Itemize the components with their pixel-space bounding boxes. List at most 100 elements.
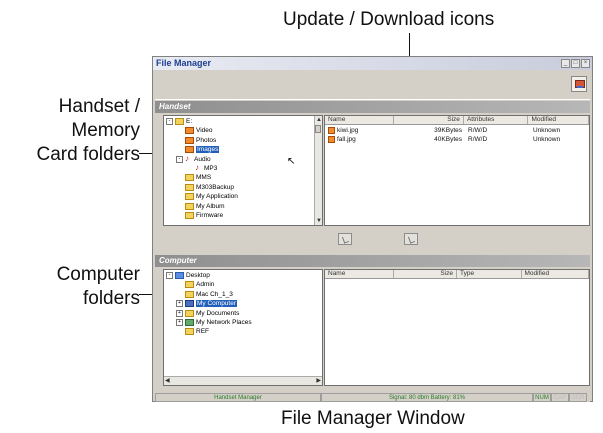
file-manager-window: File Manager _ □ × Handset - E: Video Photo… <box>152 56 593 402</box>
maximize-button[interactable]: □ <box>571 59 580 68</box>
tree-node[interactable]: - Audio <box>176 155 211 164</box>
callout-computer-line1: Computer <box>56 264 140 285</box>
status-app-name: Handset Manager <box>214 395 262 401</box>
callout-handset-line1: Handset / <box>58 96 140 117</box>
collapse-icon[interactable]: - <box>176 155 183 163</box>
tree-node[interactable]: Images <box>176 146 220 154</box>
tree-node[interactable]: Video <box>176 127 213 135</box>
tree-node[interactable]: M303Backup <box>176 183 234 192</box>
expand-icon[interactable]: + <box>176 300 183 308</box>
callout-handset-line3: Card folders <box>36 144 141 165</box>
close-button[interactable]: × <box>581 59 590 68</box>
tree-node-label: My Computer <box>196 300 238 308</box>
folder-icon <box>185 202 194 210</box>
tree-node[interactable]: My Album <box>176 202 225 211</box>
transfer-bar <box>155 228 590 248</box>
file-modified: Unknown <box>533 136 561 143</box>
tree-node[interactable]: + My Network Places <box>176 319 252 327</box>
tree-node[interactable]: + My Documents <box>176 309 239 318</box>
image-folder-icon <box>185 146 194 154</box>
tree-node[interactable]: My Application <box>176 193 238 201</box>
column-modified[interactable]: Modified <box>528 116 589 124</box>
handset-tree-scrollbar[interactable]: ▲ ▼ <box>314 116 322 225</box>
tree-node-label: Mac Ch_1_3 <box>196 291 233 299</box>
collapse-icon[interactable]: - <box>166 272 173 279</box>
window-title: File Manager <box>156 58 212 68</box>
tree-node-label: Photos <box>196 137 217 145</box>
file-name: fall.jpg <box>325 135 395 144</box>
network-icon <box>185 319 194 326</box>
handset-settings-icon[interactable] <box>571 76 587 92</box>
tree-node[interactable]: + My Computer <box>176 300 238 308</box>
collapse-icon[interactable]: - <box>166 118 173 125</box>
folder-icon <box>185 290 194 298</box>
music-icon <box>185 155 192 163</box>
scroll-right-icon[interactable]: ▶ <box>316 378 321 384</box>
file-name: kiwi.jpg <box>325 126 395 135</box>
folder-icon <box>185 174 194 182</box>
download-icon[interactable] <box>404 233 418 245</box>
tree-node-label: E: <box>186 118 193 126</box>
tree-node-label: Audio <box>194 155 211 163</box>
column-size[interactable]: Size <box>394 116 464 124</box>
status-signal-battery: Signal: 80 dbm Battery: 81% <box>388 395 466 401</box>
tree-node[interactable]: Admin <box>176 281 214 289</box>
computer-file-list[interactable]: Name Size Type Modified <box>324 269 590 386</box>
scroll-left-icon[interactable]: ◀ <box>165 378 170 384</box>
tree-node[interactable]: MP3 <box>186 164 217 173</box>
column-attributes[interactable]: Attributes <box>464 116 529 124</box>
folder-icon <box>185 183 194 191</box>
video-icon <box>185 127 194 135</box>
file-row[interactable]: kiwi.jpg 39KBytes R/W/D Unknown <box>325 126 589 135</box>
tree-node-label: Firmware <box>196 212 224 220</box>
update-icon[interactable] <box>338 233 352 245</box>
status-cap: CAP <box>551 393 569 402</box>
column-modified[interactable]: Modified <box>522 270 589 278</box>
handset-folder-tree[interactable]: - E:Video PhotosImages - Audio MP3MMS M303Back… <box>163 115 323 226</box>
folder-icon <box>185 281 194 289</box>
handset-file-list[interactable]: Name Size Attributes Modified kiwi.jpg 39… <box>324 115 590 226</box>
image-file-icon <box>328 135 335 143</box>
tree-node[interactable]: - Desktop <box>166 272 210 280</box>
file-size: 39KBytes <box>434 127 462 134</box>
file-name-text: kiwi.jpg <box>337 127 359 134</box>
image-folder-icon <box>185 136 194 144</box>
column-name[interactable]: Name <box>325 116 395 124</box>
column-type[interactable]: Type <box>457 270 522 278</box>
toolbar <box>155 71 590 100</box>
tree-node-label: Video <box>196 127 213 135</box>
tree-node[interactable]: MMS <box>176 174 211 182</box>
scroll-thumb[interactable] <box>315 125 321 133</box>
tree-node[interactable]: REF <box>176 328 209 336</box>
computer-tree-scrollbar[interactable]: ◀ ▶ <box>164 376 322 385</box>
tree-node-label: MMS <box>196 174 212 182</box>
scroll-down-icon[interactable]: ▼ <box>316 218 322 224</box>
file-row[interactable]: fall.jpg 40KBytes R/W/D Unknown <box>325 135 589 144</box>
caption: File Manager Window <box>281 408 465 429</box>
tree-node-label: Images <box>196 146 220 154</box>
tree-node[interactable]: Firmware <box>176 212 223 220</box>
tree-node[interactable]: - E: <box>166 118 192 126</box>
computer-folder-tree[interactable]: - Desktop Admin Mac Ch_1_3 + My Computer + My D… <box>163 269 323 386</box>
minimize-button[interactable]: _ <box>561 59 570 68</box>
documents-icon <box>185 309 194 317</box>
expand-icon[interactable]: + <box>176 309 183 317</box>
expand-icon[interactable]: + <box>176 319 183 326</box>
file-attributes: R/W/D <box>468 136 488 143</box>
callout-computer-line2: folders <box>82 288 140 309</box>
tree-node[interactable]: Photos <box>176 136 217 145</box>
callout-handset-line2: Memory <box>71 120 140 141</box>
image-file-icon <box>328 126 335 134</box>
column-size[interactable]: Size <box>394 270 457 278</box>
status-right: Signal: 80 dbm Battery: 81% <box>321 393 533 402</box>
callout-update-download: Update / Download icons <box>283 9 495 30</box>
callout-handset: Handset / Memory Card folders <box>30 95 141 167</box>
mouse-cursor-icon: ↖ <box>287 156 296 167</box>
column-name[interactable]: Name <box>325 270 395 278</box>
folder-icon <box>175 118 184 125</box>
tree-node-label: Admin <box>196 281 215 289</box>
handset-file-list-header: Name Size Attributes Modified <box>325 116 589 125</box>
scroll-up-icon[interactable]: ▲ <box>316 117 322 123</box>
desktop-icon <box>175 272 184 279</box>
tree-node[interactable]: Mac Ch_1_3 <box>176 290 233 299</box>
